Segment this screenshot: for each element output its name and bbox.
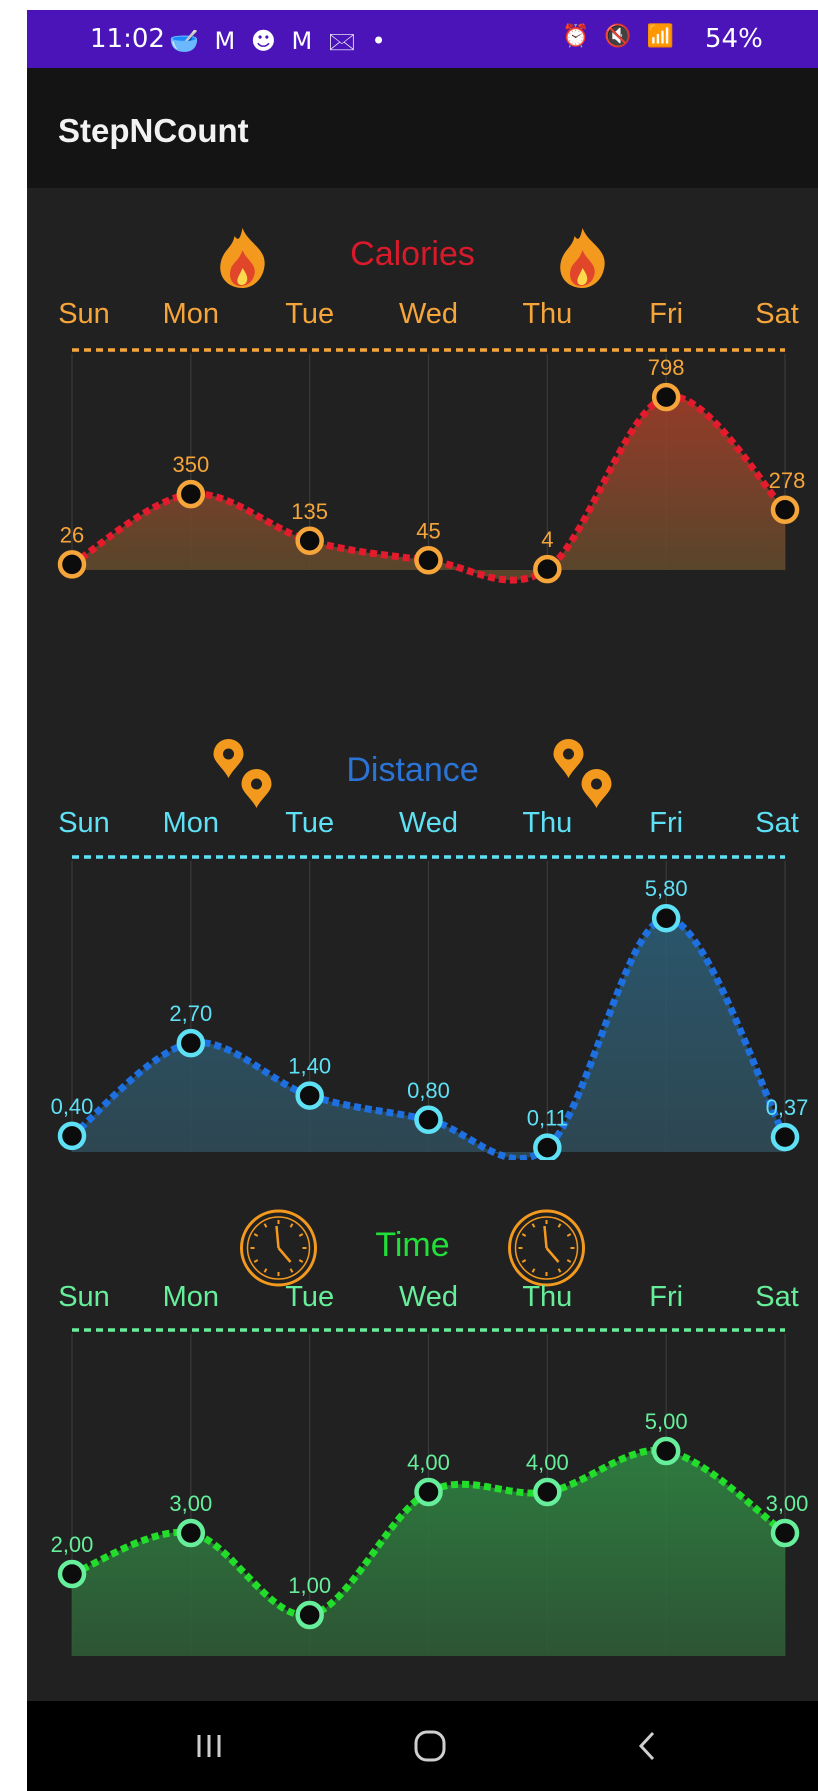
tick-label-sun: Sun (58, 807, 110, 839)
chart-title: Time (375, 1226, 449, 1264)
tick-label-fri: Fri (649, 1281, 683, 1313)
chart-title: Distance (346, 751, 478, 789)
system-status-icons: ⏰ 🔇 📶 (562, 24, 679, 49)
back-icon (638, 1731, 655, 1761)
data-label: 5,80 (645, 876, 688, 901)
tick-label-mon: Mon (163, 807, 219, 839)
data-label: 3,00 (169, 1491, 212, 1516)
location-pin-icon (553, 739, 584, 778)
home-button[interactable] (390, 1721, 470, 1771)
status-time: 11:02 (90, 24, 165, 54)
location-pin-icon (213, 739, 244, 778)
tick-label-tue: Tue (285, 298, 334, 330)
data-point (770, 495, 800, 525)
chart-svg: Calories Sun Mon Tue Wed Thu Fri Sat 26 350 135 45 4… (57, 228, 806, 584)
calories-chart: Calories Sun Mon Tue Wed Thu Fri Sat 26 350 135 45 4… (27, 180, 818, 640)
location-pin-icon (581, 769, 612, 808)
data-label: 798 (648, 355, 685, 380)
tick-label-thu: Thu (522, 1281, 572, 1313)
data-label: 2,00 (51, 1532, 94, 1557)
data-label: 0,11 (527, 1106, 568, 1131)
data-label: 278 (769, 468, 806, 493)
fire-icon (560, 228, 605, 288)
data-point (176, 1028, 206, 1058)
data-label: 0,37 (766, 1095, 809, 1120)
data-point (651, 903, 681, 933)
data-label: 4 (541, 527, 553, 552)
data-label: 4,00 (407, 1450, 450, 1475)
data-label: 1,00 (288, 1573, 331, 1598)
data-label: 350 (172, 452, 209, 477)
tick-label-tue: Tue (285, 807, 334, 839)
data-point (295, 526, 324, 555)
data-label: 4,00 (526, 1450, 569, 1475)
home-icon (414, 1730, 446, 1762)
location-pin-icon (241, 769, 272, 808)
chart-svg: Distance Sun Mon Tue Wed Thu Fri Sat 0,40 2,70 1,4… (51, 739, 809, 1160)
tick-label-sat: Sat (755, 1281, 799, 1313)
phone-screen: 11:02 🥣 M ☻ M 🖂 • ⏰ 🔇 📶 54% StepNCount C… (27, 10, 818, 1791)
data-point (57, 550, 87, 579)
tick-label-thu: Thu (522, 298, 572, 330)
tick-label-mon: Mon (163, 298, 219, 330)
data-label: 135 (291, 499, 328, 524)
status-bar: 11:02 🥣 M ☻ M 🖂 • ⏰ 🔇 📶 54% (27, 10, 818, 68)
data-label: 1,40 (288, 1054, 331, 1079)
app-title: StepNCount (58, 112, 249, 149)
data-point (414, 546, 443, 575)
battery-level: 54% (705, 24, 763, 54)
tick-label-fri: Fri (649, 807, 683, 839)
data-point (57, 1559, 87, 1589)
tick-label-wed: Wed (399, 807, 458, 839)
tick-label-sat: Sat (755, 807, 799, 839)
data-point (176, 479, 206, 509)
data-label: 2,70 (169, 1001, 212, 1026)
data-point (414, 1105, 443, 1135)
data-point (533, 1133, 562, 1160)
tick-label-tue: Tue (285, 1281, 334, 1313)
data-point (651, 1436, 681, 1466)
data-point (295, 1081, 324, 1110)
data-label: 0,80 (407, 1078, 450, 1103)
tick-label-wed: Wed (399, 298, 458, 330)
recent-apps-icon (197, 1735, 221, 1757)
tick-label-mon: Mon (163, 1281, 219, 1313)
back-button[interactable] (607, 1721, 687, 1771)
data-label: 3,00 (766, 1491, 809, 1516)
data-point (770, 1122, 800, 1152)
tick-label-thu: Thu (522, 807, 572, 839)
chart-svg: Time Sun Mon Tue Wed Thu Fri Sat 2,00 3,00 1,00 4,0… (51, 1209, 809, 1656)
time-chart: Time Sun Mon Tue Wed Thu Fri Sat 2,00 3,00 1,00 4,0… (27, 1170, 818, 1660)
data-point (295, 1600, 324, 1630)
data-label: 0,40 (51, 1094, 94, 1119)
data-point (533, 554, 562, 584)
data-point (770, 1518, 800, 1548)
fire-icon (220, 228, 265, 288)
data-label: 26 (60, 522, 84, 547)
clock-icon (508, 1209, 585, 1287)
recent-apps-button[interactable] (169, 1721, 249, 1771)
distance-chart: Distance Sun Mon Tue Wed Thu Fri Sat 0,40 2,70 1,4… (27, 710, 818, 1160)
chart-title: Calories (350, 235, 475, 273)
tick-label-sun: Sun (58, 1281, 110, 1313)
tick-label-wed: Wed (399, 1281, 458, 1313)
tick-label-sat: Sat (755, 298, 799, 330)
data-point (414, 1477, 443, 1507)
data-label: 45 (416, 518, 440, 543)
data-point (57, 1121, 87, 1151)
data-point (176, 1518, 206, 1548)
data-label: 5,00 (645, 1409, 688, 1434)
clock-icon (240, 1209, 317, 1287)
notification-icons: 🥣 M ☻ M 🖂 • (169, 27, 390, 55)
data-point (533, 1477, 562, 1507)
data-point (651, 382, 681, 412)
tick-label-sun: Sun (58, 298, 110, 330)
tick-label-fri: Fri (649, 298, 683, 330)
navigation-bar (27, 1701, 818, 1791)
app-bar: StepNCount (27, 68, 818, 188)
